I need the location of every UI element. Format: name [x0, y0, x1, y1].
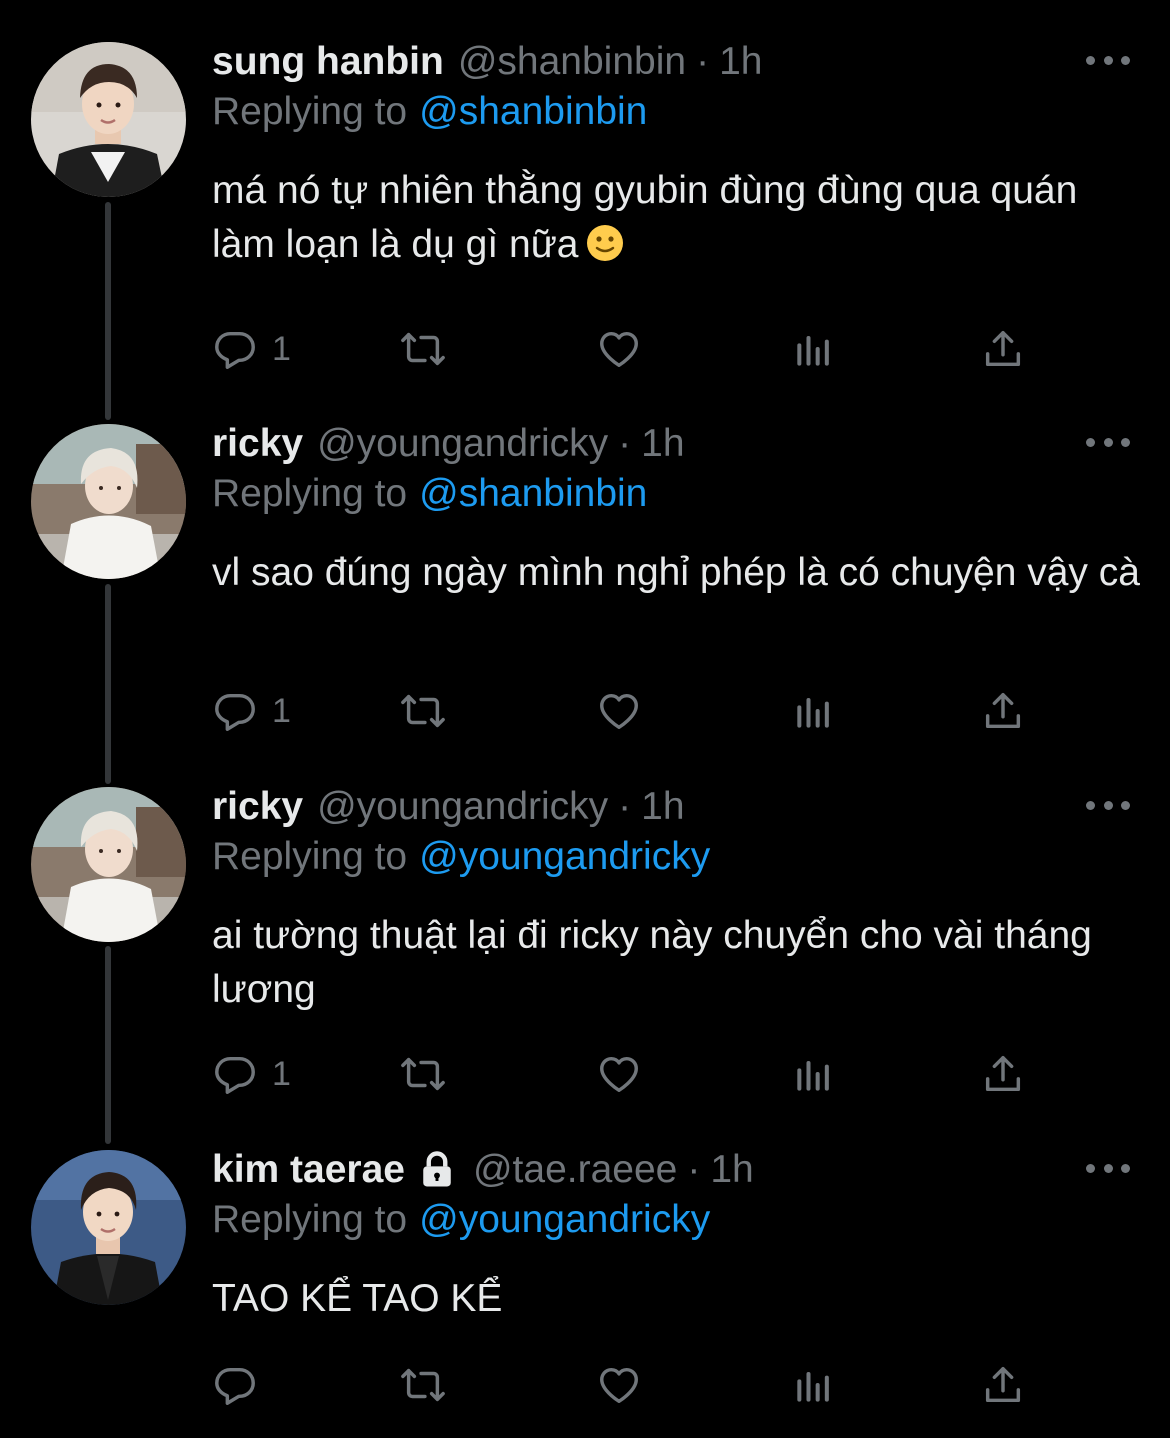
user-handle[interactable]: @youngandricky	[317, 785, 608, 829]
views-button[interactable]	[792, 1049, 836, 1099]
reply-icon	[215, 1367, 255, 1405]
reply-button[interactable]: 1	[212, 686, 291, 736]
thread-line	[105, 202, 111, 420]
replying-to: Replying to @shanbinbin	[212, 472, 647, 516]
more-icon[interactable]	[1086, 50, 1130, 70]
thread-line	[105, 946, 111, 1144]
replying-to-mention[interactable]: @shanbinbin	[419, 472, 647, 515]
like-button[interactable]	[595, 324, 643, 374]
replying-to: Replying to @youngandricky	[212, 835, 710, 879]
slightly-smiling-face-emoji	[585, 223, 625, 278]
retweet-icon	[401, 1057, 445, 1091]
reply-count: 1	[272, 1054, 291, 1093]
more-icon[interactable]	[1086, 1158, 1130, 1178]
reply-button[interactable]	[212, 1360, 272, 1410]
replying-to: Replying to @shanbinbin	[212, 90, 647, 134]
views-icon	[797, 335, 829, 366]
reply-count: 1	[272, 691, 291, 730]
heart-icon	[600, 331, 638, 368]
tweet-text-container: má nó tự nhiên thằng gyubin đùng đùng qu…	[212, 164, 1142, 278]
tweet-text: TAO KỂ TAO KỂ	[212, 1277, 503, 1320]
like-button[interactable]	[595, 1360, 643, 1410]
share-icon	[985, 330, 1021, 367]
tweet-header: sung hanbin @shanbinbin · 1h	[212, 38, 1050, 86]
timestamp[interactable]: 1h	[710, 1148, 753, 1192]
replying-to: Replying to @youngandricky	[212, 1198, 710, 1242]
timestamp[interactable]: 1h	[719, 40, 762, 84]
views-icon	[797, 697, 829, 728]
tweet-actions: 1	[212, 686, 1042, 736]
avatar[interactable]	[31, 424, 186, 579]
display-name[interactable]: sung hanbin	[212, 40, 444, 84]
more-icon[interactable]	[1086, 432, 1130, 452]
thread-line	[105, 584, 111, 784]
views-button[interactable]	[792, 686, 836, 736]
reply-icon	[215, 693, 255, 731]
avatar[interactable]	[31, 787, 186, 942]
share-icon	[985, 1055, 1021, 1092]
heart-icon	[600, 1367, 638, 1404]
separator-dot: ·	[618, 422, 632, 465]
user-handle[interactable]: @youngandricky	[317, 422, 608, 466]
separator-dot: ·	[618, 785, 632, 828]
views-icon	[797, 1060, 829, 1091]
tweet-text: ai tường thuật lại đi ricky này chuyển c…	[212, 914, 1092, 1011]
tweet-actions: 1	[212, 1049, 1042, 1099]
replying-to-label: Replying to	[212, 1198, 408, 1241]
avatar[interactable]	[31, 1150, 186, 1305]
retweet-icon	[401, 332, 445, 366]
user-handle[interactable]: @shanbinbin	[458, 40, 686, 84]
replying-to-label: Replying to	[212, 472, 408, 515]
share-button[interactable]	[980, 1049, 1026, 1099]
reply-icon	[215, 331, 255, 369]
display-name[interactable]: ricky	[212, 422, 303, 466]
replying-to-label: Replying to	[212, 835, 408, 878]
share-button[interactable]	[980, 324, 1026, 374]
views-button[interactable]	[792, 1360, 836, 1410]
tweet-text: vl sao đúng ngày mình nghỉ phép là có ch…	[212, 551, 1140, 594]
tweet-text: má nó tự nhiên thằng gyubin đùng đùng qu…	[212, 169, 1078, 266]
timestamp[interactable]: 1h	[641, 422, 684, 466]
reply-button[interactable]: 1	[212, 1049, 291, 1099]
tweet-actions	[212, 1360, 1042, 1410]
tweet-actions: 1	[212, 324, 1042, 374]
replying-to-mention[interactable]: @youngandricky	[419, 1198, 710, 1241]
heart-icon	[600, 693, 638, 730]
tweet-header: kim taerae @tae.raeee · 1h	[212, 1146, 1050, 1194]
heart-icon	[600, 1056, 638, 1093]
tweet-header: ricky @youngandricky · 1h	[212, 783, 1050, 831]
like-button[interactable]	[595, 686, 643, 736]
more-icon[interactable]	[1086, 795, 1130, 815]
separator-dot: ·	[687, 1148, 701, 1191]
share-icon	[985, 1366, 1021, 1403]
replying-to-mention[interactable]: @youngandricky	[419, 835, 710, 878]
display-name[interactable]: ricky	[212, 785, 303, 829]
retweet-button[interactable]	[398, 1049, 448, 1099]
retweet-button[interactable]	[398, 324, 448, 374]
retweet-icon	[401, 694, 445, 728]
retweet-button[interactable]	[398, 686, 448, 736]
reply-button[interactable]: 1	[212, 324, 291, 374]
replying-to-mention[interactable]: @shanbinbin	[419, 90, 647, 133]
like-button[interactable]	[595, 1049, 643, 1099]
share-button[interactable]	[980, 686, 1026, 736]
retweet-button[interactable]	[398, 1360, 448, 1410]
reply-icon	[215, 1056, 255, 1094]
share-button[interactable]	[980, 1360, 1026, 1410]
lock-icon	[415, 1148, 459, 1192]
share-icon	[985, 692, 1021, 729]
display-name[interactable]: kim taerae	[212, 1148, 405, 1192]
reply-count: 1	[272, 329, 291, 368]
separator-dot: ·	[696, 40, 710, 83]
views-icon	[797, 1371, 829, 1402]
views-button[interactable]	[792, 324, 836, 374]
tweet-header: ricky @youngandricky · 1h	[212, 420, 1050, 468]
user-handle[interactable]: @tae.raeee	[473, 1148, 677, 1192]
retweet-icon	[401, 1368, 445, 1402]
timestamp[interactable]: 1h	[641, 785, 684, 829]
avatar[interactable]	[31, 42, 186, 197]
replying-to-label: Replying to	[212, 90, 408, 133]
